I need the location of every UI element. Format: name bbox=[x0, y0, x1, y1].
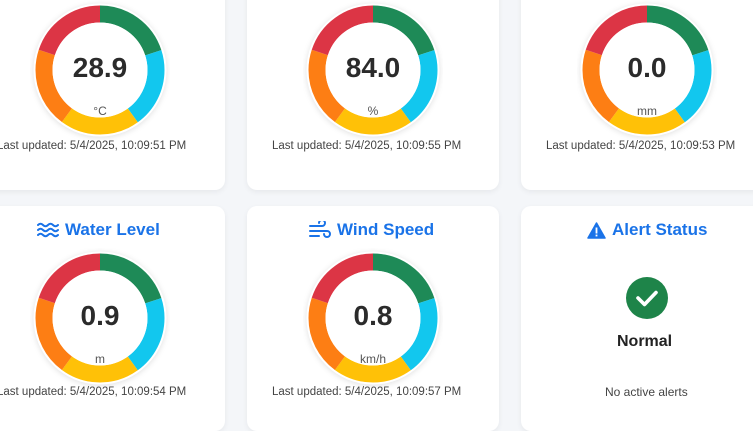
warning-icon bbox=[587, 221, 606, 239]
water-level-last-updated: Last updated: 5/4/2025, 10:09:54 PM bbox=[0, 386, 187, 398]
water-level-title-text: Water Level bbox=[65, 220, 160, 239]
temperature-gauge: 28.9 °C bbox=[30, 0, 170, 140]
water-level-card: Water Level 0.9 m Last updated: 5/4/2025… bbox=[0, 206, 225, 431]
water-level-gauge: 0.9 m bbox=[30, 248, 170, 388]
wind-icon bbox=[309, 221, 331, 238]
wind-speed-value: 0.8 bbox=[353, 300, 393, 331]
rainfall-unit: mm bbox=[637, 104, 657, 118]
rainfall-gauge: 0.0 mm bbox=[577, 0, 717, 140]
humidity-unit: % bbox=[367, 104, 379, 118]
alert-status-card: Alert Status Normal No active alerts bbox=[521, 206, 753, 431]
humidity-last-updated: Last updated: 5/4/2025, 10:09:55 PM bbox=[272, 140, 462, 152]
alert-status-label: Normal bbox=[617, 333, 673, 350]
wind-speed-title-text: Wind Speed bbox=[337, 220, 435, 239]
rainfall-last-updated: Last updated: 5/4/2025, 10:09:53 PM bbox=[546, 140, 736, 152]
wind-speed-last-updated: Last updated: 5/4/2025, 10:09:57 PM bbox=[272, 386, 462, 398]
water-waves-icon bbox=[37, 222, 59, 238]
wind-speed-card: Wind Speed 0.8 km/h Last updated: 5/4/20… bbox=[247, 206, 499, 431]
wind-speed-gauge: 0.8 km/h bbox=[303, 248, 443, 388]
temperature-card: 28.9 °C Last updated: 5/4/2025, 10:09:51… bbox=[0, 0, 225, 190]
alert-status-title: Alert Status bbox=[587, 220, 707, 240]
rainfall-value: 0.0 bbox=[627, 52, 667, 83]
temperature-value: 28.9 bbox=[72, 52, 128, 83]
humidity-gauge: 84.0 % bbox=[303, 0, 443, 140]
water-level-value: 0.9 bbox=[80, 300, 120, 331]
humidity-card: 84.0 % Last updated: 5/4/2025, 10:09:55 … bbox=[247, 0, 499, 190]
water-level-title: Water Level bbox=[37, 220, 160, 240]
wind-speed-title: Wind Speed bbox=[309, 220, 434, 240]
alert-status-title-text: Alert Status bbox=[612, 220, 708, 239]
alert-message: No active alerts bbox=[605, 385, 688, 399]
rainfall-card: 0.0 mm Last updated: 5/4/2025, 10:09:53 … bbox=[521, 0, 753, 190]
water-level-unit: m bbox=[95, 352, 105, 366]
temperature-last-updated: Last updated: 5/4/2025, 10:09:51 PM bbox=[0, 140, 187, 152]
wind-speed-unit: km/h bbox=[359, 352, 386, 366]
humidity-value: 84.0 bbox=[345, 52, 401, 83]
temperature-unit: °C bbox=[93, 104, 107, 118]
check-circle-icon bbox=[626, 277, 668, 319]
